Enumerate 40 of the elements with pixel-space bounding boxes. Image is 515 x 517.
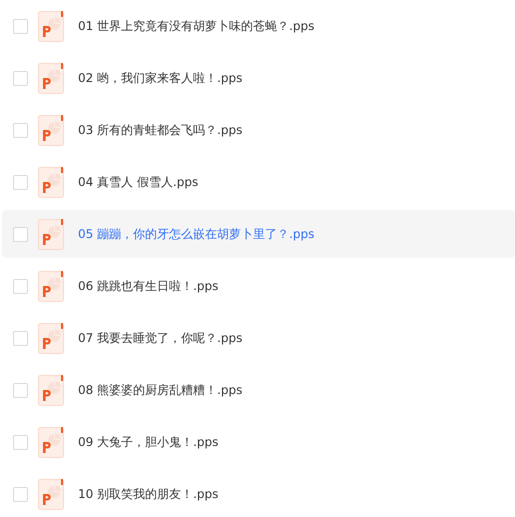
file-row[interactable]: 02 哟，我们家来客人啦！.pps [2, 54, 515, 102]
file-name: 08 熊婆婆的厨房乱糟糟！.pps [78, 382, 242, 398]
checkbox[interactable] [13, 122, 28, 138]
checkbox[interactable] [13, 382, 28, 398]
file-name: 04 真雪人 假雪人.pps [78, 174, 198, 190]
file-name: 06 跳跳也有生日啦！.pps [78, 278, 218, 294]
file-name: 07 我要去睡觉了，你呢？.pps [78, 330, 242, 346]
file-row[interactable]: 10 别取笑我的朋友！.pps [2, 470, 515, 517]
file-row[interactable]: 08 熊婆婆的厨房乱糟糟！.pps [2, 366, 515, 414]
presentation-file-icon [38, 62, 65, 94]
checkbox[interactable] [13, 434, 28, 450]
checkbox[interactable] [13, 70, 28, 86]
file-row[interactable]: 04 真雪人 假雪人.pps [2, 158, 515, 206]
checkbox[interactable] [13, 174, 28, 190]
file-name: 10 别取笑我的朋友！.pps [78, 486, 218, 502]
file-name: 01 世界上究竟有没有胡萝卜味的苍蝇？.pps [78, 18, 314, 34]
presentation-file-icon [38, 166, 65, 198]
file-row[interactable]: 09 大兔子，胆小鬼！.pps [2, 418, 515, 466]
file-row[interactable]: 03 所有的青蛙都会飞吗？.pps [2, 106, 515, 154]
file-name: 05 蹦蹦，你的牙怎么嵌在胡萝卜里了？.pps [78, 226, 314, 242]
file-row[interactable]: 06 跳跳也有生日啦！.pps [2, 262, 515, 310]
checkbox[interactable] [13, 278, 28, 294]
file-row[interactable]: 01 世界上究竟有没有胡萝卜味的苍蝇？.pps [2, 2, 515, 50]
file-row[interactable]: 07 我要去睡觉了，你呢？.pps [2, 314, 515, 362]
presentation-file-icon [38, 10, 65, 42]
file-name: 03 所有的青蛙都会飞吗？.pps [78, 122, 242, 138]
checkbox[interactable] [13, 330, 28, 346]
presentation-file-icon [38, 478, 65, 510]
checkbox[interactable] [13, 226, 28, 242]
presentation-file-icon [38, 218, 65, 250]
file-name: 09 大兔子，胆小鬼！.pps [78, 434, 218, 450]
presentation-file-icon [38, 270, 65, 302]
presentation-file-icon [38, 114, 65, 146]
file-row[interactable]: 05 蹦蹦，你的牙怎么嵌在胡萝卜里了？.pps [2, 210, 515, 258]
file-name: 02 哟，我们家来客人啦！.pps [78, 70, 242, 86]
presentation-file-icon [38, 374, 65, 406]
presentation-file-icon [38, 322, 65, 354]
presentation-file-icon [38, 426, 65, 458]
checkbox[interactable] [13, 18, 28, 34]
checkbox[interactable] [13, 486, 28, 502]
